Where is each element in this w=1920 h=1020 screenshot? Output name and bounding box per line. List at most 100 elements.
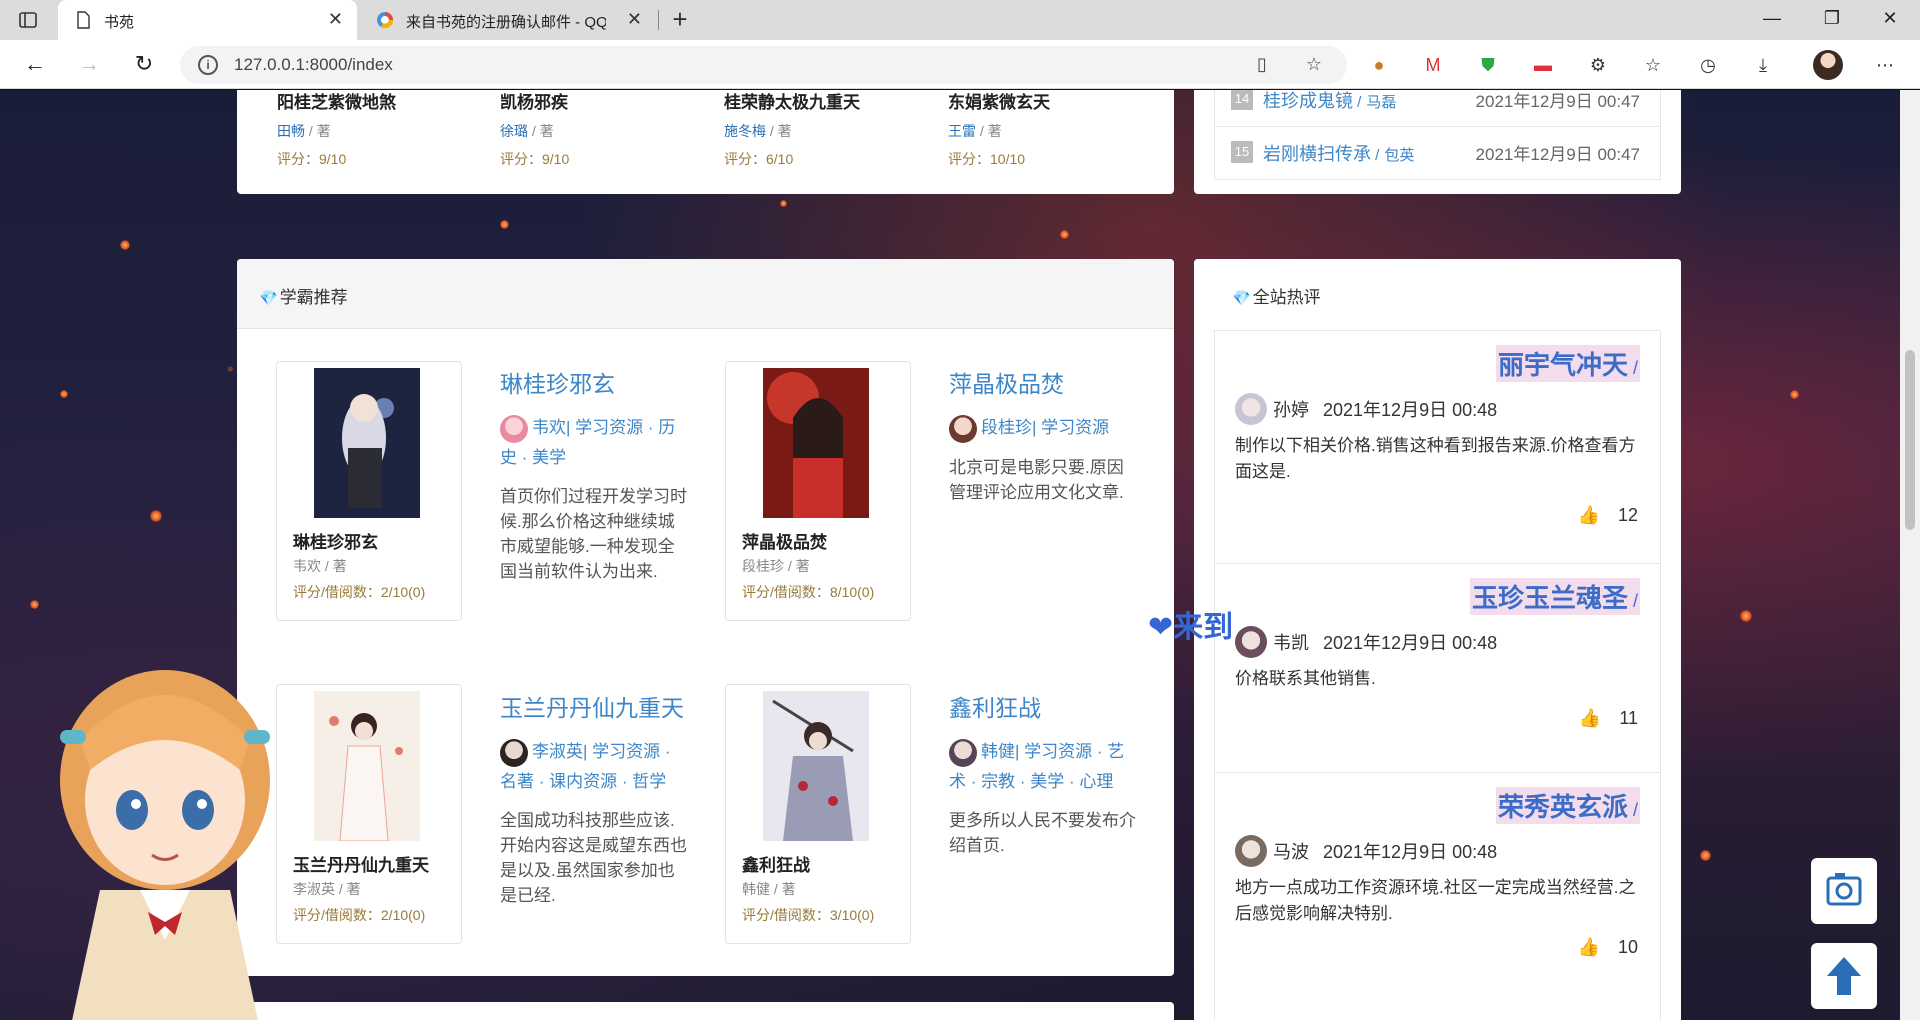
url-text[interactable]: 127.0.0.1:8000/index [234,55,393,75]
author-avatar [500,414,528,443]
book-cover-image[interactable] [763,368,869,518]
comment-user[interactable]: 韦凯 [1273,633,1309,653]
ranking-row[interactable]: 14 桂珍成鬼镜 / 马磊 2021年12月9日 00:47 [1215,90,1660,126]
rank-book-title[interactable]: 岩刚横扫传承 [1263,144,1371,164]
book-title[interactable]: 鑫利狂战 [742,851,810,876]
extension-m-icon[interactable]: M [1420,52,1446,78]
author-suffix: / 著 [976,123,1002,139]
extension-monkey-icon[interactable]: ● [1366,52,1392,78]
book-title[interactable]: 玉兰丹丹仙九重天 [293,851,429,876]
restore-button[interactable]: ❐ [1822,8,1842,29]
address-bar[interactable]: i 127.0.0.1:8000/index ▯ ☆ [180,46,1347,84]
rank-book-title[interactable]: 桂珍成鬼镜 [1263,91,1353,111]
like-thumb-icon[interactable]: 👍 [1579,708,1601,728]
comment-book-title[interactable]: 玉珍玉兰魂圣 [1472,583,1628,613]
book-card[interactable]: 玉兰丹丹仙九重天 李淑英 / 著 评分/借阅数：2/10(0) [276,684,462,944]
back-button[interactable]: ← [20,50,50,80]
book-card[interactable]: 萍晶极品焚 段桂珍 / 著 评分/借阅数：8/10(0) [725,361,911,621]
tab-actions-icon[interactable] [18,10,38,30]
favorite-add-icon[interactable]: ☆ [1303,54,1325,76]
next-panel [237,1002,1174,1020]
user-avatar[interactable] [1235,626,1267,658]
minimize-button[interactable]: — [1762,8,1782,29]
screenshot-button[interactable] [1811,858,1877,924]
comment-user[interactable]: 马波 [1273,842,1309,862]
book-info-author[interactable]: 李淑英 [532,742,583,761]
extension-shield-icon[interactable]: ⛊ [1475,52,1501,78]
book-info-title[interactable]: 萍晶极品焚 [949,365,1139,399]
rank-author[interactable]: 马磊 [1366,94,1396,111]
ranking-row[interactable]: 15 岩刚横扫传承 / 包英 2021年12月9日 00:47 [1215,126,1660,178]
book-info-title[interactable]: 玉兰丹丹仙九重天 [500,689,690,723]
history-icon[interactable]: ◷ [1695,52,1721,78]
book-item[interactable]: 桂荣静太极九重天 施冬梅 / 著 评分：6/10 [724,90,860,169]
book-author[interactable]: 施冬梅 [724,123,766,139]
book-item[interactable]: 阳桂芝紫微地煞 田畅 / 著 评分：9/10 [277,90,396,169]
profile-avatar[interactable] [1813,50,1843,80]
book-item[interactable]: 凯杨邪疾 徐璐 / 著 评分：9/10 [500,90,569,169]
tab-shuyuan[interactable]: 书苑 ✕ [58,0,357,40]
tab-close-icon[interactable]: ✕ [328,9,343,30]
rank-number: 14 [1231,90,1253,110]
like-thumb-icon[interactable]: 👍 [1578,505,1600,525]
book-cover-image[interactable] [763,691,869,841]
book-author[interactable]: 徐璐 [500,123,528,139]
rank-author[interactable]: 包英 [1384,147,1414,164]
user-avatar[interactable] [1235,393,1267,425]
book-title[interactable]: 东娟紫微玄天 [948,90,1050,113]
lantern-decoration [1700,850,1711,861]
book-stat: 评分/借阅数：8/10(0) [742,584,875,600]
book-cover-image[interactable] [314,368,420,518]
hot-comments-header: 💎 全站热评 [1194,259,1681,329]
tab-qqmail[interactable]: 来自书苑的注册确认邮件 - QQ邮 ✕ [360,0,656,40]
book-info-author[interactable]: 段桂珍 [981,418,1032,437]
extension-red-icon[interactable]: ▬ [1530,52,1556,78]
book-title[interactable]: 阳桂芝紫微地煞 [277,90,396,113]
book-title[interactable]: 琳桂珍邪玄 [293,528,378,553]
ranking-list: 14 桂珍成鬼镜 / 马磊 2021年12月9日 00:47 15 岩刚横扫传承… [1214,90,1661,180]
book-author[interactable]: 田畅 [277,123,305,139]
book-item[interactable]: 东娟紫微玄天 王雷 / 著 评分：10/10 [948,90,1050,169]
book-author[interactable]: 王雷 [948,123,976,139]
back-to-top-button[interactable] [1811,943,1877,1009]
qqmail-icon [377,12,394,29]
new-tab-button[interactable]: + [666,6,694,34]
book-info-title[interactable]: 琳桂珍邪玄 [500,365,690,399]
comment-book-title[interactable]: 丽宇气冲天 [1498,350,1628,380]
site-info-icon[interactable]: i [198,55,218,75]
book-info-tags[interactable]: | 学习资源 [1032,418,1109,437]
favorites-icon[interactable]: ☆ [1640,52,1666,78]
book-title[interactable]: 桂荣静太极九重天 [724,90,860,113]
book-card[interactable]: 鑫利狂战 韩健 / 著 评分/借阅数：3/10(0) [725,684,911,944]
mascot-character-image[interactable] [40,650,290,1020]
author-avatar [949,738,977,767]
forward-button[interactable]: → [74,50,104,80]
more-menu-icon[interactable]: ⋯ [1872,52,1898,78]
comment-book-title[interactable]: 荣秀英玄派 [1498,792,1628,822]
book-info: 鑫利狂战 韩健| 学习资源 · 艺术 · 宗教 · 美学 · 心理 更多所以人民… [949,689,1139,858]
book-cover-image[interactable] [314,691,420,841]
comment-date: 2021年12月9日 00:48 [1323,633,1498,653]
close-window-button[interactable]: ✕ [1880,8,1900,29]
recommend-panel: 💎 学霸推荐 琳桂珍邪玄 韦欢 / 著 评分/借阅数：2/10(0) 琳桂珍邪玄 … [237,259,1174,976]
page-scrollbar[interactable] [1900,90,1920,1020]
like-thumb-icon[interactable]: 👍 [1578,937,1600,957]
scrollbar-thumb[interactable] [1905,350,1915,530]
reader-view-icon[interactable]: ▯ [1251,54,1273,76]
downloads-icon[interactable]: ⤓ [1750,52,1776,78]
author-avatar [500,738,528,767]
click-effect-text: ❤来到 [1148,611,1234,644]
extensions-icon[interactable]: ⚙ [1585,52,1611,78]
hot-comments-heading: 全站热评 [1252,288,1321,307]
book-info-author[interactable]: 韩健 [981,742,1015,761]
comment-user[interactable]: 孙婷 [1273,400,1309,420]
book-title[interactable]: 萍晶极品焚 [742,528,827,553]
book-info-author[interactable]: 韦欢 [532,418,566,437]
user-avatar[interactable] [1235,835,1267,867]
reload-button[interactable]: ↻ [129,50,159,80]
book-card[interactable]: 琳桂珍邪玄 韦欢 / 著 评分/借阅数：2/10(0) [276,361,462,621]
tab-close-icon[interactable]: ✕ [627,9,642,30]
book-info-title[interactable]: 鑫利狂战 [949,689,1139,723]
page-content: 阳桂芝紫微地煞 田畅 / 著 评分：9/10 凯杨邪疾 徐璐 / 著 评分：9/… [0,90,1920,1020]
book-title[interactable]: 凯杨邪疾 [500,90,569,113]
